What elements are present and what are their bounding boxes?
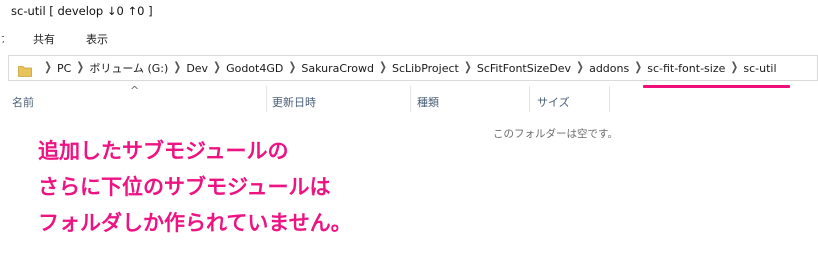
column-divider[interactable] xyxy=(609,86,610,112)
breadcrumb: ❯ PC ❯ ボリューム (G:) ❯ Dev ❯ Godot4GD ❯ SakuraCrowd ❯… xyxy=(39,56,776,80)
folder-icon xyxy=(18,62,32,77)
chevron-right-icon[interactable]: ❯ xyxy=(374,62,392,75)
empty-folder-message: このフォルダーは空です。 xyxy=(493,128,618,140)
ribbon-tabs: ァ 共有 表示 xyxy=(0,26,818,50)
chevron-right-icon[interactable]: ❯ xyxy=(629,62,647,75)
column-header-name[interactable]: 名前 xyxy=(12,94,34,110)
column-header-size[interactable]: サイズ xyxy=(537,94,570,110)
ribbon-file-tab-edge[interactable]: ァ xyxy=(0,30,4,44)
title-bar: sc-util [ develop ↓0 ↑0 ] xyxy=(0,0,818,24)
annotation-text: 追加したサブモジュールの さらに下位のサブモジュールは フォルダしか作られていま… xyxy=(38,133,352,241)
breadcrumb-item[interactable]: addons xyxy=(589,62,629,75)
breadcrumb-item[interactable]: Godot4GD xyxy=(226,62,283,75)
chevron-right-icon[interactable]: ❯ xyxy=(168,62,186,75)
annotation-line: フォルダしか作られていません。 xyxy=(38,211,352,235)
breadcrumb-item[interactable]: Dev xyxy=(186,62,208,75)
annotation-line: 追加したサブモジュールの xyxy=(38,139,289,163)
highlight-underline xyxy=(643,85,790,88)
address-bar[interactable]: ❯ PC ❯ ボリューム (G:) ❯ Dev ❯ Godot4GD ❯ SakuraCrowd ❯… xyxy=(8,55,818,81)
tab-share[interactable]: 共有 xyxy=(33,31,55,47)
breadcrumb-item[interactable]: ScFitFontSizeDev xyxy=(477,62,571,75)
chevron-right-icon[interactable]: ❯ xyxy=(71,62,89,75)
breadcrumb-item[interactable]: PC xyxy=(57,62,71,75)
column-divider[interactable] xyxy=(410,86,411,112)
column-header-date[interactable]: 更新日時 xyxy=(272,94,316,110)
chevron-right-icon[interactable]: ❯ xyxy=(39,62,57,75)
chevron-right-icon[interactable]: ❯ xyxy=(459,62,477,75)
breadcrumb-item[interactable]: ScLibProject xyxy=(392,62,459,75)
annotation-line: さらに下位のサブモジュールは xyxy=(38,175,331,199)
tab-view[interactable]: 表示 xyxy=(86,31,108,47)
column-header-row: ^ 名前 更新日時 種類 サイズ xyxy=(0,84,818,114)
breadcrumb-item[interactable]: ボリューム (G:) xyxy=(89,60,168,76)
sort-caret-icon: ^ xyxy=(130,84,140,97)
column-divider[interactable] xyxy=(529,86,530,112)
chevron-right-icon[interactable]: ❯ xyxy=(283,62,301,75)
breadcrumb-item[interactable]: SakuraCrowd xyxy=(301,62,374,75)
breadcrumb-item[interactable]: sc-fit-font-size xyxy=(647,62,725,75)
column-header-type[interactable]: 種類 xyxy=(417,94,439,110)
window-title: sc-util [ develop ↓0 ↑0 ] xyxy=(11,4,153,18)
column-divider[interactable] xyxy=(266,86,267,112)
breadcrumb-item[interactable]: sc-util xyxy=(743,62,776,75)
chevron-right-icon[interactable]: ❯ xyxy=(571,62,589,75)
chevron-right-icon[interactable]: ❯ xyxy=(725,62,743,75)
chevron-right-icon[interactable]: ❯ xyxy=(208,62,226,75)
